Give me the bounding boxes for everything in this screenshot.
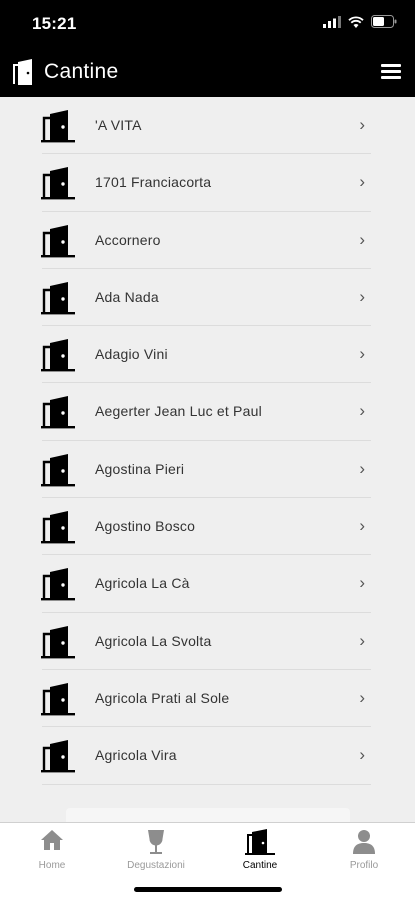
- chevron-right-icon: ›: [359, 573, 365, 593]
- menu-icon-bar: [381, 70, 401, 73]
- status-icons: [323, 15, 397, 28]
- list-item-label: Adagio Vini: [95, 346, 168, 363]
- list-item-label: Agricola La Cà: [95, 575, 190, 592]
- list-item-label: Aegerter Jean Luc et Paul: [95, 403, 262, 420]
- winery-door-icon: [41, 511, 75, 544]
- chevron-right-icon: ›: [359, 344, 365, 364]
- home-indicator: [134, 887, 282, 892]
- winery-door-icon: [41, 281, 75, 315]
- chevron-right-icon: ›: [359, 516, 365, 536]
- winery-door-icon: [41, 682, 75, 716]
- winery-door-icon: [41, 167, 75, 200]
- winery-door-icon: [41, 740, 75, 773]
- winery-door-icon: [41, 224, 75, 257]
- list-item[interactable]: Aegerter Jean Luc et Paul ›: [0, 383, 415, 442]
- status-time: 15:21: [32, 14, 77, 33]
- status-bar: 15:21: [0, 0, 415, 48]
- winery-door-icon: [41, 110, 75, 143]
- winery-list: 'A VITA › 1701 Franciacorta › Accornero › Ada …: [0, 97, 415, 785]
- chevron-right-icon: ›: [359, 172, 365, 192]
- tab-home[interactable]: Home: [0, 823, 104, 881]
- tab-degustazioni[interactable]: Degustazioni: [104, 823, 208, 881]
- chevron-right-icon: ›: [359, 458, 365, 478]
- list-item[interactable]: 'A VITA ›: [0, 97, 415, 155]
- list-item[interactable]: Agricola Vira ›: [0, 727, 415, 785]
- winery-door-icon: [41, 339, 75, 372]
- home-icon: [41, 830, 63, 850]
- winery-door-icon: [41, 625, 75, 659]
- chevron-right-icon: ›: [359, 630, 365, 650]
- winery-list-container[interactable]: 'A VITA › 1701 Franciacorta › Accornero › Ada …: [0, 97, 415, 822]
- winery-door-icon: [13, 59, 32, 85]
- list-item[interactable]: Accornero ›: [0, 212, 415, 270]
- list-item[interactable]: Agricola La Cà ›: [0, 555, 415, 613]
- chevron-right-icon: ›: [359, 745, 365, 765]
- list-item-label: Agostina Pieri: [95, 460, 185, 477]
- tab-bar: Home Degustazioni Cantine Profilo: [0, 822, 415, 900]
- tab-home-label: Home: [38, 860, 66, 871]
- list-item[interactable]: Adagio Vini ›: [0, 326, 415, 384]
- chevron-right-icon: ›: [359, 229, 365, 249]
- list-item[interactable]: Agricola Prati al Sole ›: [0, 670, 415, 728]
- tab-profilo[interactable]: Profilo: [312, 823, 415, 881]
- list-item-label: 'A VITA: [95, 117, 142, 133]
- list-item[interactable]: Agricola La Svolta ›: [0, 613, 415, 671]
- winery-door-icon: [41, 396, 75, 429]
- cellular-signal-icon: [323, 15, 341, 28]
- tab-cantine[interactable]: Cantine: [208, 823, 312, 881]
- list-item-label: Agostino Bosco: [95, 518, 196, 535]
- tab-degustazioni-label: Degustazioni: [127, 860, 185, 871]
- list-item-label: Agricola Prati al Sole: [95, 689, 230, 706]
- list-item[interactable]: Agostino Bosco ›: [0, 498, 415, 556]
- tab-cantine-label: Cantine: [242, 860, 278, 871]
- list-item[interactable]: Ada Nada ›: [0, 269, 415, 327]
- chevron-right-icon: ›: [359, 687, 365, 707]
- hamburger-menu-button[interactable]: [381, 64, 401, 80]
- list-item-label: Agricola La Svolta: [95, 632, 212, 649]
- chevron-right-icon: ›: [359, 286, 365, 306]
- tab-profilo-label: Profilo: [349, 860, 379, 871]
- winery-door-icon: [41, 568, 75, 601]
- chevron-right-icon: ›: [359, 115, 365, 134]
- battery-icon: [371, 15, 397, 28]
- list-item[interactable]: Agostina Pieri ›: [0, 441, 415, 499]
- list-item-label: Accornero: [95, 231, 161, 248]
- app-header: Cantine: [0, 48, 415, 97]
- wifi-icon: [348, 15, 364, 28]
- list-item[interactable]: 1701 Franciacorta ›: [0, 154, 415, 212]
- list-item-label: Ada Nada: [95, 288, 159, 305]
- wine-glass-icon: [148, 830, 164, 854]
- chevron-right-icon: ›: [359, 401, 365, 421]
- list-item-label: 1701 Franciacorta: [95, 174, 212, 191]
- page-title: Cantine: [44, 60, 119, 83]
- menu-icon-bar: [381, 76, 401, 79]
- winery-door-icon: [245, 829, 275, 855]
- winery-door-icon: [41, 453, 75, 487]
- user-icon: [353, 830, 375, 854]
- list-item-label: Agricola Vira: [95, 747, 177, 764]
- menu-icon-bar: [381, 64, 401, 67]
